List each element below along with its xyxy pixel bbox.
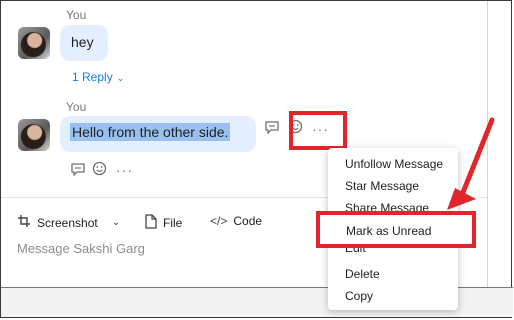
annotation-arrow	[447, 117, 495, 210]
